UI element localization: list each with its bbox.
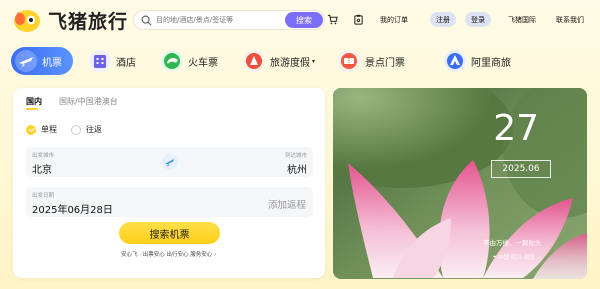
hotel-icon [89, 50, 111, 72]
category-label: 阿里商旅 [471, 57, 511, 69]
fliggy-logo-icon [12, 7, 42, 33]
category-hotels[interactable]: 酒店 [89, 46, 136, 76]
banner-location-text: 中国·绍兴·沈园 [498, 255, 535, 261]
clipboard-icon[interactable] [353, 14, 364, 25]
category-flights[interactable]: 机票 [11, 47, 73, 75]
trip-type-oneway[interactable]: 单程 [26, 124, 57, 135]
chevron-down-icon: ▾ [312, 57, 316, 65]
daily-photo-banner[interactable]: 27 2025.06 芊由万缕，一颗砍头 ⌖ 中国·绍兴·沈园 [333, 88, 587, 279]
plane-icon [15, 50, 37, 72]
cart-icon[interactable] [327, 14, 338, 25]
category-nav: 机票 酒店 火车票 旅游度假 ▾ 景点门票 阿里商旅 [0, 46, 600, 78]
trip-type-label: 往返 [86, 125, 102, 134]
login-button[interactable]: 登录 [465, 12, 491, 27]
category-label: 酒店 [116, 57, 136, 69]
category-label: 旅游度假 [270, 57, 310, 69]
category-label: 景点门票 [365, 57, 405, 69]
date-label: 出发日期 [32, 193, 55, 199]
city-selector: 出发城市 北京 到达城市 杭州 [26, 147, 313, 177]
category-trains[interactable]: 火车票 [161, 46, 218, 76]
location-pin-icon: ⌖ [493, 253, 497, 260]
trip-type-roundtrip[interactable]: 往返 [71, 124, 102, 135]
search-bar[interactable]: 搜索 [133, 10, 325, 30]
arrive-label: 到达城市 [284, 153, 307, 159]
assurance-text[interactable]: 安心飞 · 出票安心 出行安心 服务安心 › [121, 250, 216, 258]
category-label: 火车票 [188, 57, 218, 69]
radio-unchecked-icon[interactable] [71, 124, 81, 135]
banner-quote: 芊由万缕，一颗砍头 [483, 239, 542, 247]
arrive-city[interactable]: 杭州 [287, 161, 307, 176]
depart-city[interactable]: 北京 [32, 161, 52, 176]
contact-link[interactable]: 联系我们 [556, 15, 584, 25]
depart-label: 出发城市 [32, 153, 55, 159]
add-return-button[interactable]: 添加返程 [268, 197, 306, 211]
depart-date[interactable]: 2025年06月28日 [32, 201, 113, 216]
category-vacation[interactable]: 旅游度假 ▾ [243, 46, 315, 76]
tab-domestic[interactable]: 国内 [26, 96, 42, 107]
ticket-icon [338, 50, 360, 72]
tab-indicator [26, 108, 38, 110]
search-icon [141, 15, 152, 26]
top-bar: 飞猪旅行 搜索 我的订单 注册 登录 飞猪国际 联系我们 [0, 0, 600, 40]
my-orders-link[interactable]: 我的订单 [380, 15, 408, 25]
radio-checked-icon[interactable] [26, 124, 36, 135]
route-tabs: 国内 国际/中国港澳台 [26, 96, 118, 107]
register-button[interactable]: 注册 [430, 12, 456, 27]
swap-icon[interactable] [161, 153, 179, 171]
logo[interactable]: 飞猪旅行 [12, 6, 127, 34]
search-input[interactable] [156, 16, 266, 24]
fliggy-intl-link[interactable]: 飞猪国际 [508, 15, 536, 25]
banner-location: ⌖ 中国·绍兴·沈园 [493, 253, 535, 262]
search-button[interactable]: 搜索 [285, 12, 323, 28]
logo-text: 飞猪旅行 [48, 10, 129, 33]
banner-month: 2025.06 [491, 160, 551, 178]
category-label: 机票 [42, 57, 62, 69]
category-business-travel[interactable]: 阿里商旅 [444, 46, 511, 76]
trip-type-label: 单程 [41, 125, 57, 134]
vacation-icon [243, 50, 265, 72]
search-flights-button[interactable]: 搜索机票 [119, 222, 220, 244]
date-selector: 出发日期 2025年06月28日 添加返程 [26, 187, 313, 217]
lotus-photo [333, 88, 587, 279]
category-tickets[interactable]: 景点门票 [338, 46, 405, 76]
train-icon [161, 50, 183, 72]
flight-search-card: 国内 国际/中国港澳台 单程 往返 出发城市 北京 到达城市 杭州 出发日期 2… [13, 88, 325, 278]
business-icon [444, 50, 466, 72]
tab-international[interactable]: 国际/中国港澳台 [59, 96, 118, 107]
banner-day: 27 [493, 108, 539, 149]
